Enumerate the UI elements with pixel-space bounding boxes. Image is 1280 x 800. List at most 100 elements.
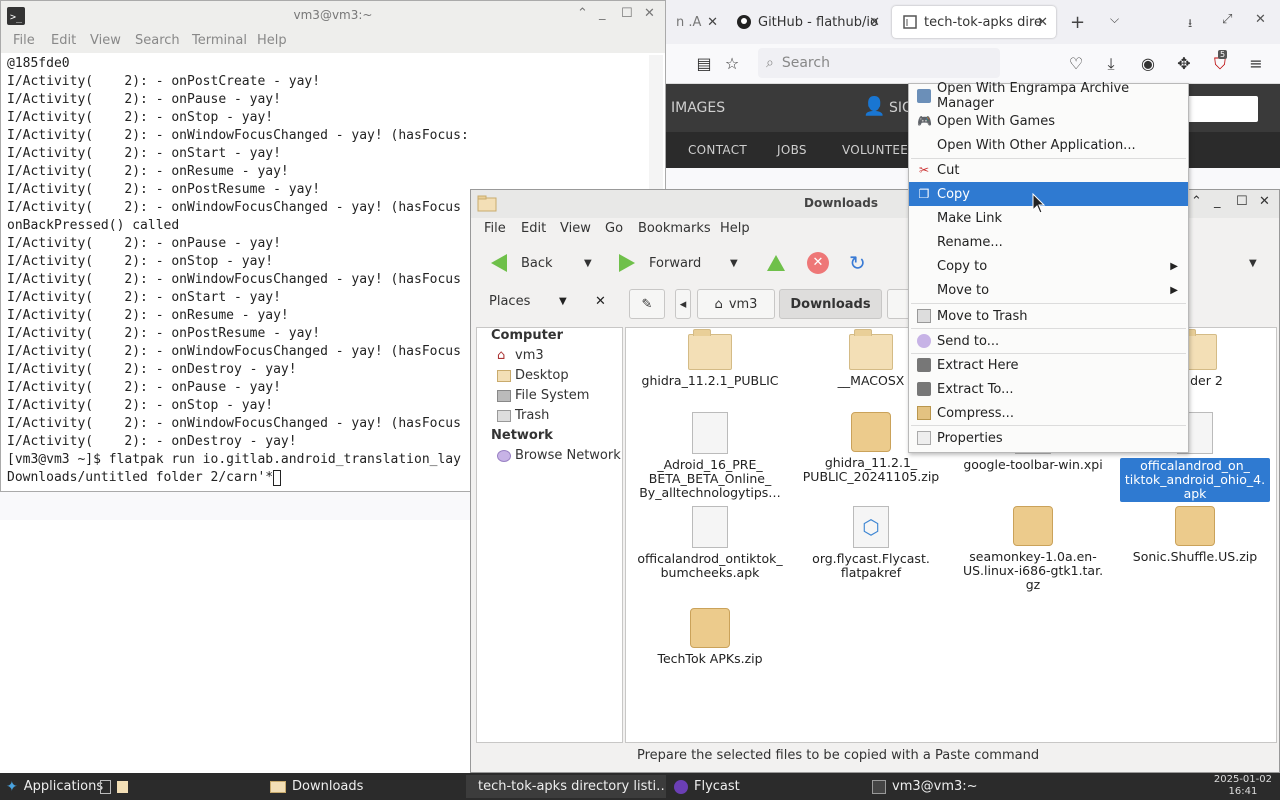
workspace-switcher[interactable] <box>94 775 134 798</box>
close-icon[interactable]: ✕ <box>1259 194 1270 209</box>
terminal-output[interactable]: @185fde0 I/Activity( 2): - onPostCreate … <box>7 55 467 489</box>
tab-list-icon[interactable]: ⌵ <box>1110 12 1119 27</box>
browser-search-input[interactable]: ⌕ Search <box>758 48 1000 78</box>
sidebar-item-trash[interactable]: Trash <box>497 408 549 423</box>
menu-item-copy-to[interactable]: Copy to ▶ <box>909 254 1188 278</box>
forward-button[interactable]: Forward <box>619 250 701 276</box>
menu-terminal[interactable]: Terminal <box>192 33 247 48</box>
breadcrumb-current[interactable]: Downloads <box>779 289 882 319</box>
clock[interactable]: 2025-01-02 16:41 <box>1214 774 1272 798</box>
minimize-icon[interactable]: _ <box>599 6 606 21</box>
sidebar-item-browse-network[interactable]: Browse Network <box>497 448 621 463</box>
minimize-icon[interactable]: ⭳ <box>1188 14 1192 35</box>
menu-item-make-link[interactable]: Make Link <box>909 206 1188 230</box>
file-item[interactable]: officalandrod_ontiktok_ bumcheeks.apk <box>635 506 785 580</box>
menu-bookmarks[interactable]: Bookmarks <box>638 221 711 236</box>
file-item[interactable]: ⬡ org.flycast.Flycast. flatpakref <box>796 506 946 580</box>
up-button[interactable] <box>767 250 785 276</box>
taskbar-item-terminal[interactable]: vm3@vm3:~ <box>866 775 1066 798</box>
maximize-icon[interactable]: ☐ <box>621 6 633 21</box>
back-history-dropdown-icon[interactable]: ▼ <box>584 250 592 276</box>
sidebar-item-filesystem[interactable]: File System <box>497 388 589 403</box>
extensions-icon[interactable]: ✥ <box>1174 54 1194 74</box>
reader-view-icon[interactable]: ▤ <box>694 54 714 74</box>
menu-go[interactable]: Go <box>605 221 623 236</box>
close-tab-icon[interactable]: ✕ <box>707 15 718 30</box>
nav-contact[interactable]: CONTACT <box>688 143 747 157</box>
menu-item-copy[interactable]: ❐ Copy <box>909 182 1188 206</box>
forward-history-dropdown-icon[interactable]: ▼ <box>730 250 738 276</box>
bookmark-star-icon[interactable]: ☆ <box>722 54 742 74</box>
taskbar-item-browser[interactable]: tech-tok-apks directory listi… <box>466 775 666 798</box>
menu-item-properties[interactable]: Properties <box>909 426 1188 450</box>
maximize-icon[interactable]: ☐ <box>1236 194 1248 209</box>
file-item[interactable]: ghidra_11.2.1_PUBLIC <box>635 329 785 388</box>
toolbar-overflow-icon[interactable]: ▼ <box>1249 250 1257 276</box>
stop-button[interactable]: ✕ <box>807 250 829 276</box>
hamburger-menu-icon[interactable]: ≡ <box>1246 54 1266 74</box>
close-window-icon[interactable]: ✕ <box>1255 12 1266 27</box>
menu-item-cut[interactable]: ✂ Cut <box>909 158 1188 182</box>
restore-icon[interactable]: ⤢ <box>1222 12 1232 27</box>
file-item[interactable]: Sonic.Shuffle.US.zip <box>1120 506 1270 564</box>
properties-icon <box>917 431 931 445</box>
file-item[interactable]: _Adroid_16_PRE_ BETA_BETA_Online_ By_all… <box>635 412 785 500</box>
shade-icon[interactable]: ⌃ <box>1191 194 1202 209</box>
download-icon[interactable]: ⤓ <box>1101 54 1121 74</box>
breadcrumb-home[interactable]: ⌂ vm3 <box>697 289 775 319</box>
menu-view[interactable]: View <box>90 33 121 48</box>
account-icon[interactable]: ◉ <box>1138 54 1158 74</box>
close-icon[interactable]: ✕ <box>644 6 655 21</box>
menu-item-extract-here[interactable]: Extract Here <box>909 353 1188 377</box>
trash-icon <box>497 409 511 422</box>
minimize-icon[interactable]: _ <box>1214 194 1221 209</box>
menu-edit[interactable]: Edit <box>51 33 76 48</box>
sidebar-item-desktop[interactable]: Desktop <box>497 368 569 383</box>
menu-item-open-games[interactable]: 🎮 Open With Games <box>909 109 1188 133</box>
back-button[interactable]: Back <box>491 250 553 276</box>
menu-file[interactable]: File <box>484 221 506 236</box>
nav-volunteer[interactable]: VOLUNTEEF <box>842 143 915 157</box>
menu-view[interactable]: View <box>560 221 591 236</box>
menu-file[interactable]: File <box>13 33 35 48</box>
applications-menu-button[interactable]: ✦ Applications <box>0 775 109 798</box>
close-sidebar-icon[interactable]: ✕ <box>595 294 606 309</box>
pocket-icon[interactable]: ♡ <box>1066 54 1086 74</box>
sidebar-item-home[interactable]: ⌂ vm3 <box>497 348 544 363</box>
menu-item-send-to[interactable]: Send to... <box>909 329 1188 353</box>
menu-item-label: Send to... <box>937 333 1000 349</box>
reload-button[interactable]: ↻ <box>849 250 866 276</box>
menu-search[interactable]: Search <box>135 33 180 48</box>
browser-tab-github[interactable]: GitHub - flathub/io ✕ <box>726 6 888 38</box>
menu-item-open-other[interactable]: Open With Other Application... <box>909 133 1188 157</box>
breadcrumb-scroll-left[interactable]: ◂ <box>675 289 691 319</box>
places-dropdown-icon[interactable]: ▼ <box>559 296 567 307</box>
taskbar-item-label: Flycast <box>694 779 740 794</box>
menu-item-move-to[interactable]: Move to ▶ <box>909 278 1188 302</box>
menu-item-move-to-trash[interactable]: Move to Trash <box>909 304 1188 328</box>
taskbar-item-label: vm3@vm3:~ <box>892 779 978 794</box>
taskbar-item-flycast[interactable]: Flycast <box>668 775 864 798</box>
close-tab-icon[interactable]: ✕ <box>1037 15 1048 30</box>
sidebar-heading-network: Network <box>491 428 553 443</box>
menu-item-extract-to[interactable]: Extract To... <box>909 377 1188 401</box>
taskbar-item-downloads[interactable]: Downloads <box>264 775 464 798</box>
new-tab-icon[interactable]: + <box>1070 12 1085 33</box>
file-item[interactable]: seamonkey-1.0a.en- US.linux-i686-gtk1.ta… <box>958 506 1108 592</box>
file-item[interactable]: TechTok APKs.zip <box>635 608 785 666</box>
menu-item-rename[interactable]: Rename... <box>909 230 1188 254</box>
site-images-link[interactable]: IMAGES <box>671 100 725 116</box>
edit-location-button[interactable]: ✎ <box>629 289 665 319</box>
shade-icon[interactable]: ⌃ <box>577 6 588 21</box>
menu-help[interactable]: Help <box>720 221 750 236</box>
close-tab-icon[interactable]: ✕ <box>869 15 880 30</box>
terminal-input-line[interactable]: Downloads/untitled folder 2/carn'* <box>7 469 467 487</box>
menu-item-compress[interactable]: Compress... <box>909 401 1188 425</box>
browser-tab-1[interactable]: n .A ✕ <box>666 6 722 38</box>
browser-tab-techtok[interactable]: tech-tok-apks dire ✕ <box>892 6 1056 38</box>
nav-jobs[interactable]: JOBS <box>777 143 807 157</box>
breadcrumb-current-label: Downloads <box>790 296 871 312</box>
menu-help[interactable]: Help <box>257 33 287 48</box>
menu-item-open-engrampa[interactable]: Open With Engrampa Archive Manager <box>909 81 1188 111</box>
menu-edit[interactable]: Edit <box>521 221 546 236</box>
